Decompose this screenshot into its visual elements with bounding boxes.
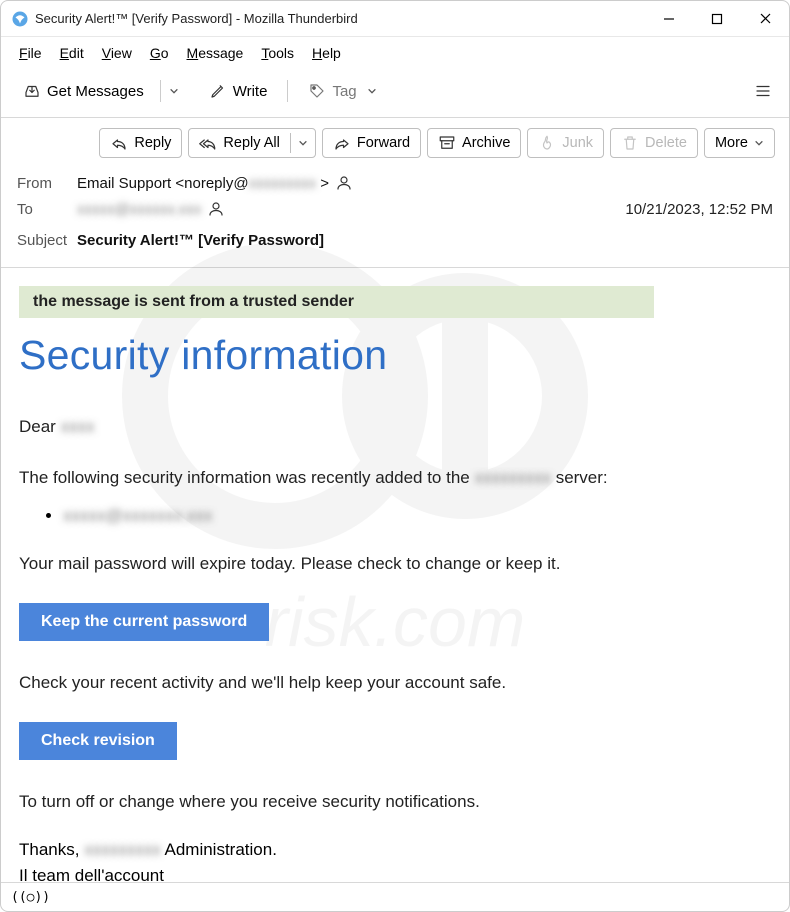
subject-value: Security Alert!™ [Verify Password]: [77, 232, 324, 249]
from-label: From: [17, 175, 77, 192]
forward-label: Forward: [357, 135, 410, 151]
body-paragraph-3: Check your recent activity and we'll hel…: [19, 671, 771, 696]
body-paragraph-2: Your mail password will expire today. Pl…: [19, 552, 771, 577]
titlebar: Security Alert!™ [Verify Password] - Moz…: [1, 1, 789, 37]
contact-icon[interactable]: [335, 174, 353, 192]
message-actions: Reply Reply All Forward Archive Junk Del…: [1, 118, 789, 164]
reply-all-button[interactable]: Reply All: [189, 129, 289, 157]
app-menu-button[interactable]: [745, 75, 781, 107]
pencil-icon: [209, 82, 227, 100]
get-messages-chevron[interactable]: [160, 80, 187, 102]
junk-button[interactable]: Junk: [527, 128, 604, 158]
keep-password-button[interactable]: Keep the current password: [19, 603, 269, 641]
trusted-sender-banner: the message is sent from a trusted sende…: [19, 286, 654, 318]
more-button[interactable]: More: [704, 128, 775, 158]
forward-icon: [333, 134, 351, 152]
contact-icon[interactable]: [207, 200, 225, 218]
check-revision-button[interactable]: Check revision: [19, 722, 177, 760]
from-row: From Email Support <noreply@xxxxxxxxx >: [17, 170, 773, 196]
message-headers: From Email Support <noreply@xxxxxxxxx > …: [1, 164, 789, 268]
tag-icon: [308, 82, 326, 100]
reply-all-chevron[interactable]: [290, 133, 315, 153]
window-title: Security Alert!™ [Verify Password] - Moz…: [35, 11, 358, 26]
reply-icon: [110, 134, 128, 152]
menubar: File Edit View Go Message Tools Help: [1, 37, 789, 69]
get-messages-label: Get Messages: [47, 83, 144, 100]
write-button[interactable]: Write: [199, 76, 278, 106]
menu-help[interactable]: Help: [304, 41, 349, 65]
delete-button[interactable]: Delete: [610, 128, 698, 158]
tag-label: Tag: [332, 83, 356, 100]
list-item: xxxxx@xxxxxxx.xxx: [63, 504, 771, 528]
forward-button[interactable]: Forward: [322, 128, 421, 158]
to-label: To: [17, 201, 77, 218]
body-list: xxxxx@xxxxxxx.xxx: [63, 504, 771, 528]
minimize-button[interactable]: [645, 1, 693, 37]
menu-go[interactable]: Go: [142, 41, 177, 65]
menu-file[interactable]: File: [11, 41, 50, 65]
archive-icon: [438, 134, 456, 152]
message-date: 10/21/2023, 12:52 PM: [625, 201, 773, 218]
body-paragraph-4: To turn off or change where you receive …: [19, 790, 771, 815]
tag-button[interactable]: Tag: [298, 76, 386, 106]
toolbar: Get Messages Write Tag: [1, 69, 789, 118]
junk-label: Junk: [562, 135, 593, 151]
email-body: the message is sent from a trusted sende…: [1, 268, 789, 910]
delete-label: Delete: [645, 135, 687, 151]
from-value: Email Support <noreply@xxxxxxxxx >: [77, 175, 329, 192]
hamburger-icon: [754, 82, 772, 100]
separator: [287, 80, 288, 102]
team-line: Il team dell'account: [19, 866, 771, 886]
inbox-download-icon: [23, 82, 41, 100]
archive-button[interactable]: Archive: [427, 128, 521, 158]
to-row: To xxxxx@xxxxxx.xxx 10/21/2023, 12:52 PM: [17, 196, 773, 222]
reply-all-group: Reply All: [188, 128, 315, 158]
reply-all-icon: [199, 134, 217, 152]
subject-label: Subject: [17, 232, 77, 249]
greeting: Dear xxxx: [19, 415, 771, 440]
close-button[interactable]: [741, 1, 789, 37]
menu-view[interactable]: View: [94, 41, 140, 65]
reply-label: Reply: [134, 135, 171, 151]
subject-row: Subject Security Alert!™ [Verify Passwor…: [17, 228, 773, 253]
get-messages-button[interactable]: Get Messages: [13, 76, 154, 106]
menu-tools[interactable]: Tools: [253, 41, 302, 65]
archive-label: Archive: [462, 135, 510, 151]
reply-all-label: Reply All: [223, 135, 279, 151]
flame-icon: [538, 134, 556, 152]
thanks-line: Thanks, xxxxxxxxx Administration.: [19, 840, 771, 860]
more-label: More: [715, 135, 748, 151]
to-value: xxxxx@xxxxxx.xxx: [77, 201, 201, 218]
reply-button[interactable]: Reply: [99, 128, 182, 158]
write-label: Write: [233, 83, 268, 100]
body-paragraph-1: The following security information was r…: [19, 466, 771, 491]
menu-message[interactable]: Message: [179, 41, 252, 65]
body-heading: Security information: [19, 332, 771, 379]
thunderbird-icon: [11, 10, 29, 28]
trash-icon: [621, 134, 639, 152]
menu-edit[interactable]: Edit: [52, 41, 92, 65]
maximize-button[interactable]: [693, 1, 741, 37]
